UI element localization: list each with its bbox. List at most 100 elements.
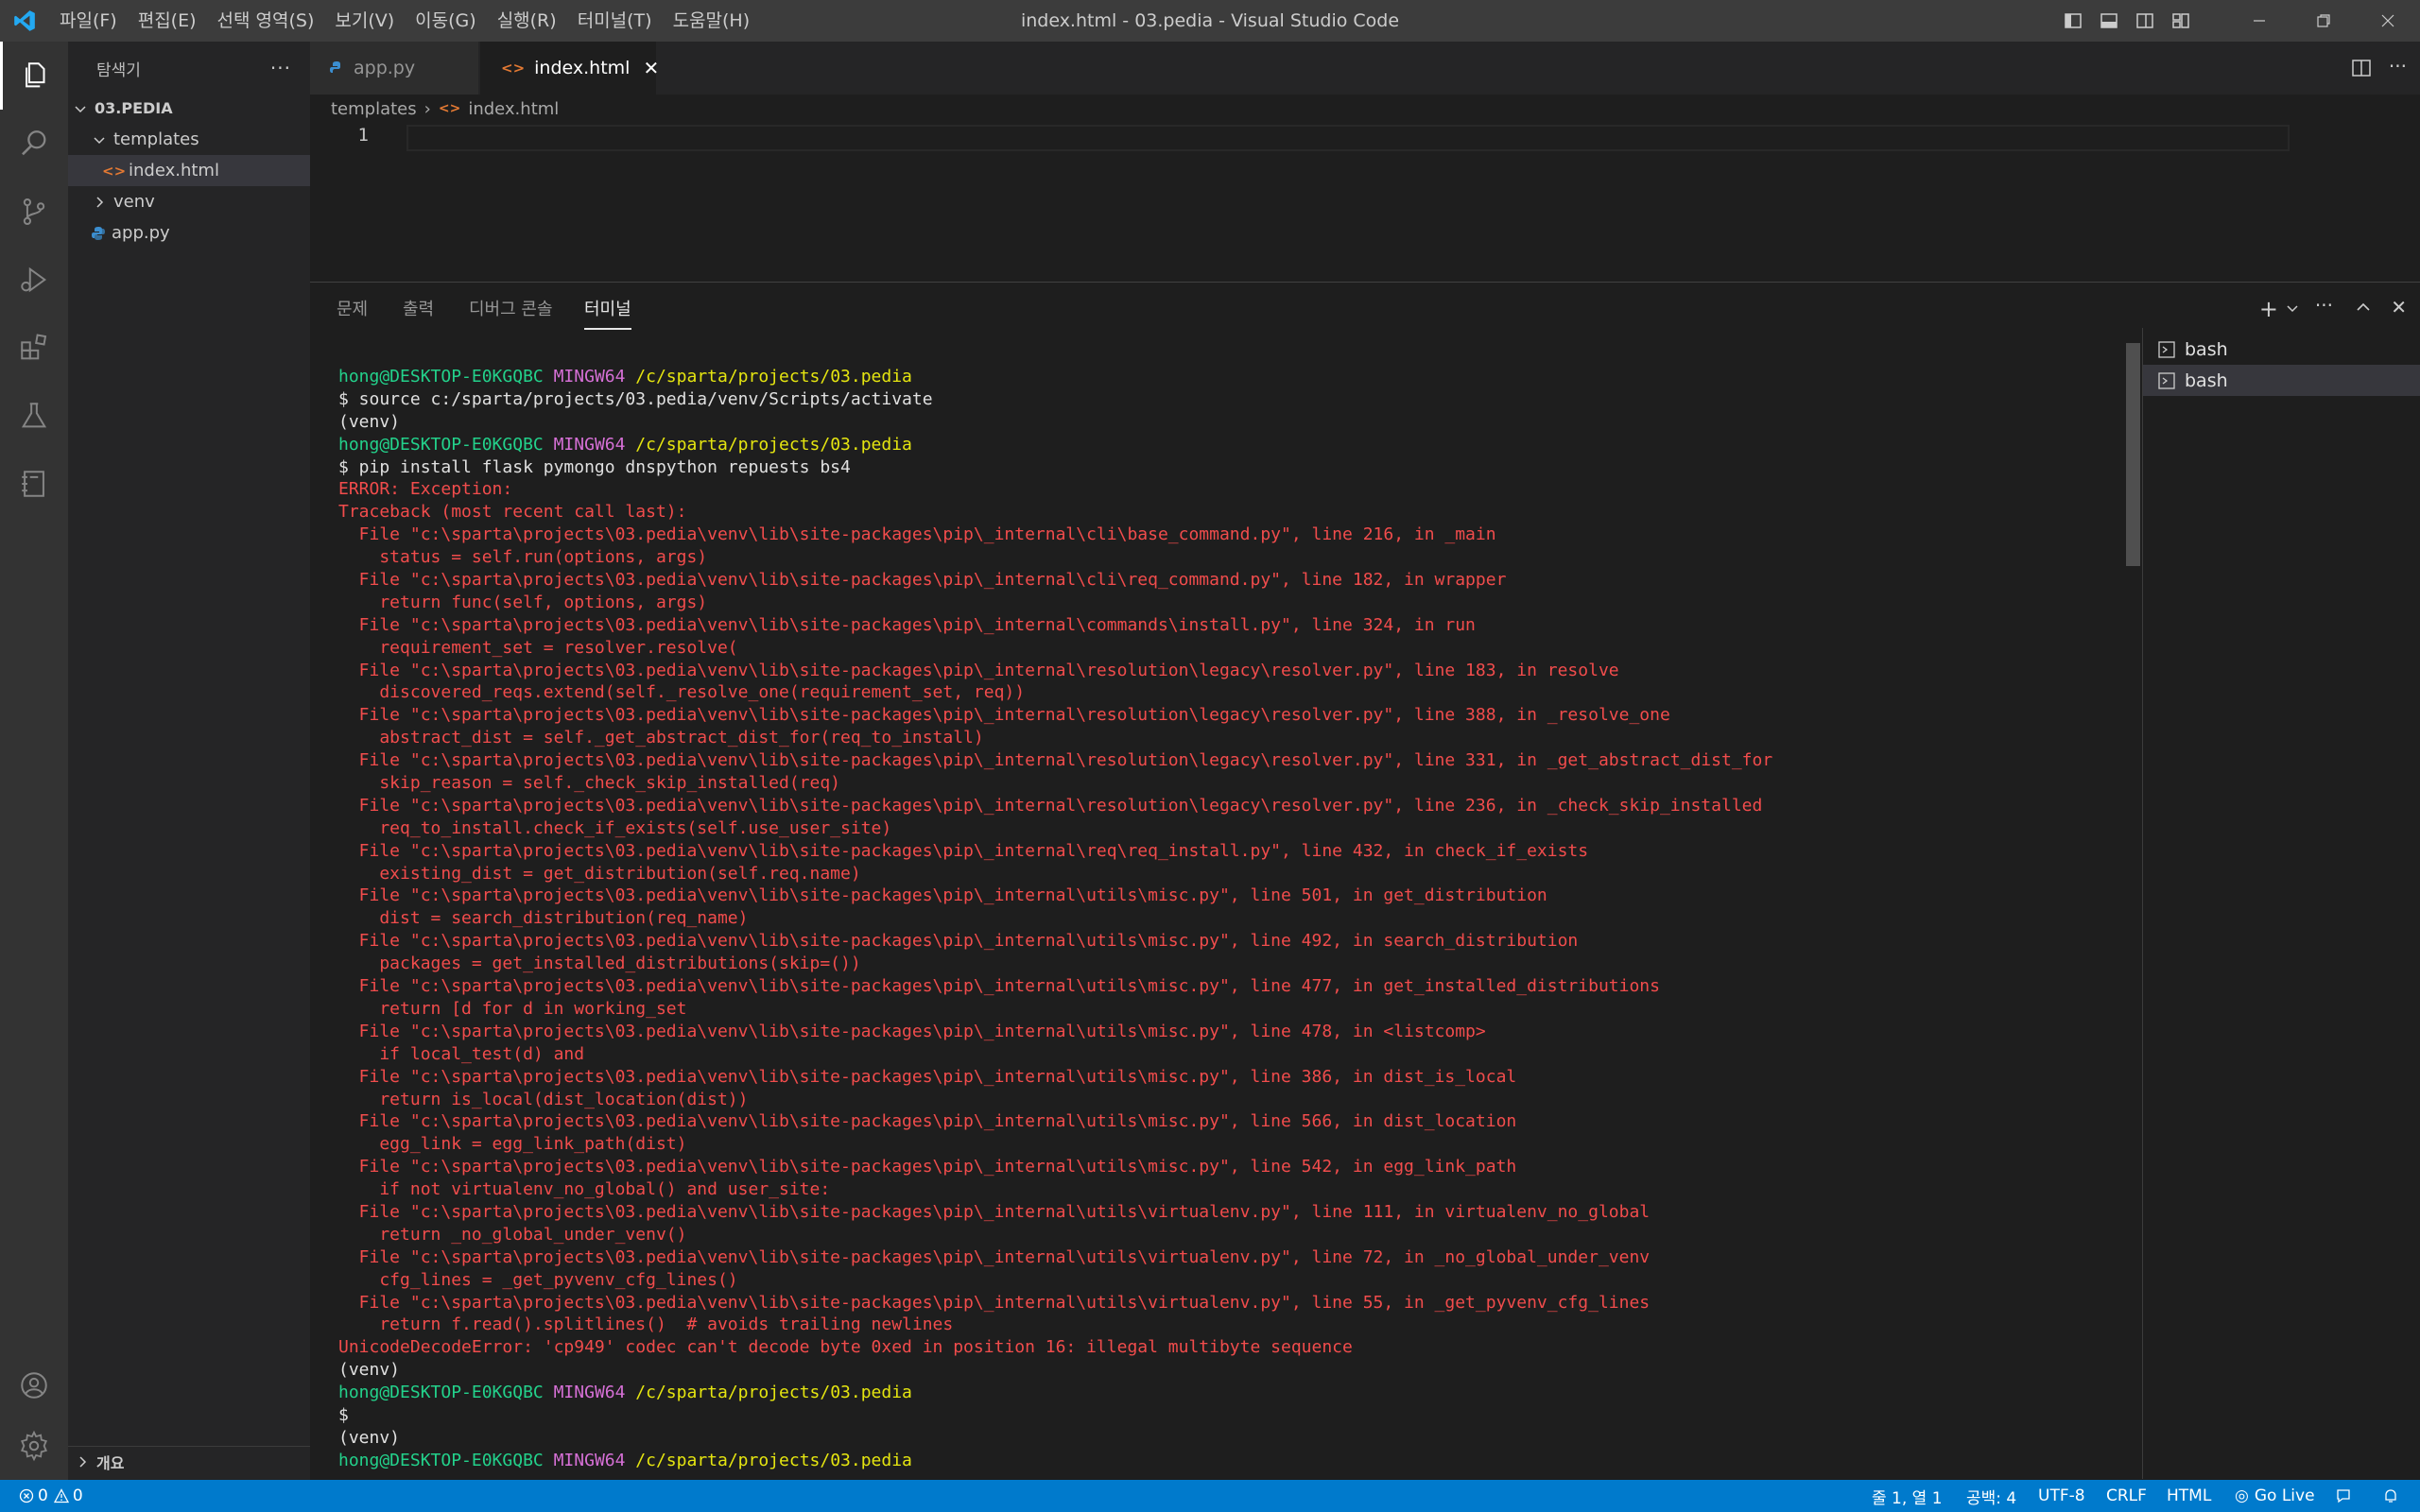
tab-problems[interactable]: 문제: [337, 296, 368, 330]
terminal-error-line: File "c:\sparta\projects\03.pedia\venv\l…: [338, 1066, 1517, 1087]
explorer-icon[interactable]: [0, 42, 68, 110]
line-number: 1: [357, 125, 369, 146]
terminal-error-line: if local_test(d) and: [338, 1043, 585, 1064]
editor-tabs: app.py <> index.html ✕ ···: [310, 42, 2420, 94]
folder-root[interactable]: 03.PEDIA: [68, 93, 310, 124]
menu-item[interactable]: 보기(V): [324, 0, 405, 42]
notebook-icon[interactable]: [0, 450, 68, 518]
terminal-output[interactable]: hong@DESKTOP-E0KGQBC MINGW64 /c/sparta/p…: [338, 366, 2135, 1472]
cursor-position[interactable]: 줄 1, 열 1: [1872, 1480, 1943, 1512]
feedback-icon[interactable]: [2335, 1480, 2352, 1512]
menu-item[interactable]: 터미널(T): [567, 0, 663, 42]
html-file-icon: <>: [501, 60, 526, 77]
menu-item[interactable]: 선택 영역(S): [207, 0, 325, 42]
chevron-down-icon: [75, 105, 86, 112]
terminal-item-bash[interactable]: bash: [2143, 365, 2420, 396]
tree-item-index-html[interactable]: <> index.html: [68, 155, 310, 186]
run-and-debug-icon[interactable]: [0, 246, 68, 314]
chevron-down-icon[interactable]: [2286, 301, 2299, 319]
prompt-host: MINGW64: [553, 367, 626, 387]
terminal-error-line: File "c:\sparta\projects\03.pedia\venv\l…: [338, 795, 1763, 816]
tree-item-label: venv: [113, 192, 155, 212]
terminal-error-line: dist = search_distribution(req_name): [338, 908, 749, 929]
new-terminal-icon[interactable]: +: [2259, 296, 2278, 322]
terminal-scrollbar[interactable]: [2126, 343, 2140, 566]
terminal-error-line: return [d for d in working_set: [338, 998, 687, 1019]
menu-item[interactable]: 편집(E): [128, 0, 207, 42]
menu-item[interactable]: 실행(R): [487, 0, 567, 42]
notifications-bell-icon[interactable]: [2382, 1480, 2399, 1512]
toggle-secondary-sidebar-icon[interactable]: [2127, 0, 2163, 42]
terminal-error-line: Traceback (most recent call last):: [338, 502, 687, 523]
outline-section[interactable]: 개요: [68, 1446, 310, 1477]
toggle-primary-sidebar-icon[interactable]: [2055, 0, 2091, 42]
maximize-panel-icon[interactable]: [2356, 300, 2371, 318]
terminal-error-line: cfg_lines = _get_pyvenv_cfg_lines(): [338, 1269, 738, 1290]
terminal-prompt-line: hong@DESKTOP-E0KGQBC MINGW64 /c/sparta/p…: [338, 1382, 2135, 1404]
terminal-list: bash bash: [2142, 328, 2420, 1479]
prompt-user: hong@DESKTOP-E0KGQBC: [338, 434, 544, 455]
editor-more-actions-icon[interactable]: ···: [2389, 55, 2407, 77]
tree-item-templates[interactable]: templates: [68, 124, 310, 155]
menu-item[interactable]: 도움말(H): [663, 0, 761, 42]
split-editor-icon[interactable]: [2352, 59, 2371, 81]
source-control-icon[interactable]: [0, 178, 68, 246]
broadcast-icon: ◎: [2235, 1486, 2249, 1505]
close-tab-icon[interactable]: ✕: [643, 57, 659, 79]
terminal-error-line: File "c:\sparta\projects\03.pedia\venv\l…: [338, 524, 1496, 545]
terminal-error-line: egg_link = egg_link_path(dist): [338, 1134, 687, 1155]
menu-item[interactable]: 이동(G): [405, 0, 487, 42]
search-icon[interactable]: [0, 110, 68, 178]
tab-output[interactable]: 출력: [403, 296, 434, 330]
tab-app-py[interactable]: app.py: [310, 42, 478, 94]
go-live-label: Go Live: [2254, 1486, 2315, 1505]
terminal-error-line: UnicodeDecodeError: 'cp949' codec can't …: [338, 1337, 1353, 1358]
indentation-status[interactable]: 공백: 4: [1966, 1480, 2016, 1512]
terminal-error-line: File "c:\sparta\projects\03.pedia\venv\l…: [338, 840, 1589, 861]
eol-status[interactable]: CRLF: [2106, 1480, 2147, 1512]
settings-gear-icon[interactable]: [0, 1412, 68, 1480]
tree-item-venv[interactable]: venv: [68, 186, 310, 217]
prompt-user: hong@DESKTOP-E0KGQBC: [338, 1450, 544, 1470]
extensions-icon[interactable]: [0, 314, 68, 382]
terminal-error-line: File "c:\sparta\projects\03.pedia\venv\l…: [338, 885, 1547, 906]
html-file-icon: <>: [102, 162, 127, 180]
minimize-icon[interactable]: [2227, 0, 2291, 42]
terminal-error-line: existing_dist = get_distribution(self.re…: [338, 863, 861, 884]
accounts-icon[interactable]: [0, 1351, 68, 1419]
explorer-title: 탐색기: [96, 60, 141, 80]
terminal-icon: [2158, 340, 2175, 358]
tab-label: index.html: [534, 58, 631, 78]
tab-terminal[interactable]: 터미널: [584, 296, 631, 330]
breadcrumb-file[interactable]: index.html: [468, 99, 559, 119]
customize-layout-icon[interactable]: [2163, 0, 2199, 42]
testing-icon[interactable]: [0, 382, 68, 450]
terminal-line: (venv): [338, 411, 401, 432]
toggle-panel-icon[interactable]: [2091, 0, 2127, 42]
panel-more-actions-icon[interactable]: ···: [2315, 294, 2333, 317]
encoding-status[interactable]: UTF-8: [2038, 1480, 2085, 1512]
close-panel-icon[interactable]: ✕: [2391, 296, 2407, 318]
language-status[interactable]: HTML: [2167, 1480, 2211, 1512]
explorer-sidebar: 탐색기 ··· 03.PEDIA templates <> index.html…: [68, 42, 310, 1480]
go-live-button[interactable]: ◎ Go Live: [2235, 1480, 2315, 1512]
prompt-host: MINGW64: [553, 434, 626, 455]
terminal-error-line: return f.read().splitlines() # avoids tr…: [338, 1314, 954, 1335]
editor-area[interactable]: templates › <> index.html 1: [310, 94, 2420, 282]
close-window-icon[interactable]: [2356, 0, 2420, 42]
tree-item-app-py[interactable]: app.py: [68, 217, 310, 249]
menu-item[interactable]: 파일(F): [49, 0, 128, 42]
more-actions-icon[interactable]: ···: [270, 57, 291, 79]
chevron-down-icon: [94, 136, 105, 144]
outline-label: 개요: [96, 1454, 125, 1472]
terminal-error-line: if not virtualenv_no_global() and user_s…: [338, 1179, 831, 1200]
terminal-error-line: File "c:\sparta\projects\03.pedia\venv\l…: [338, 614, 1476, 635]
restore-icon[interactable]: [2291, 0, 2356, 42]
chevron-right-icon: [79, 1456, 87, 1468]
terminal-error-line: File "c:\sparta\projects\03.pedia\venv\l…: [338, 570, 1507, 591]
tab-index-html[interactable]: <> index.html ✕: [480, 42, 659, 94]
tab-debug-console[interactable]: 디버그 콘솔: [469, 296, 553, 330]
problems-status[interactable]: 0 0: [19, 1480, 83, 1512]
terminal-item-bash[interactable]: bash: [2143, 334, 2420, 365]
breadcrumb-folder[interactable]: templates: [331, 99, 417, 119]
